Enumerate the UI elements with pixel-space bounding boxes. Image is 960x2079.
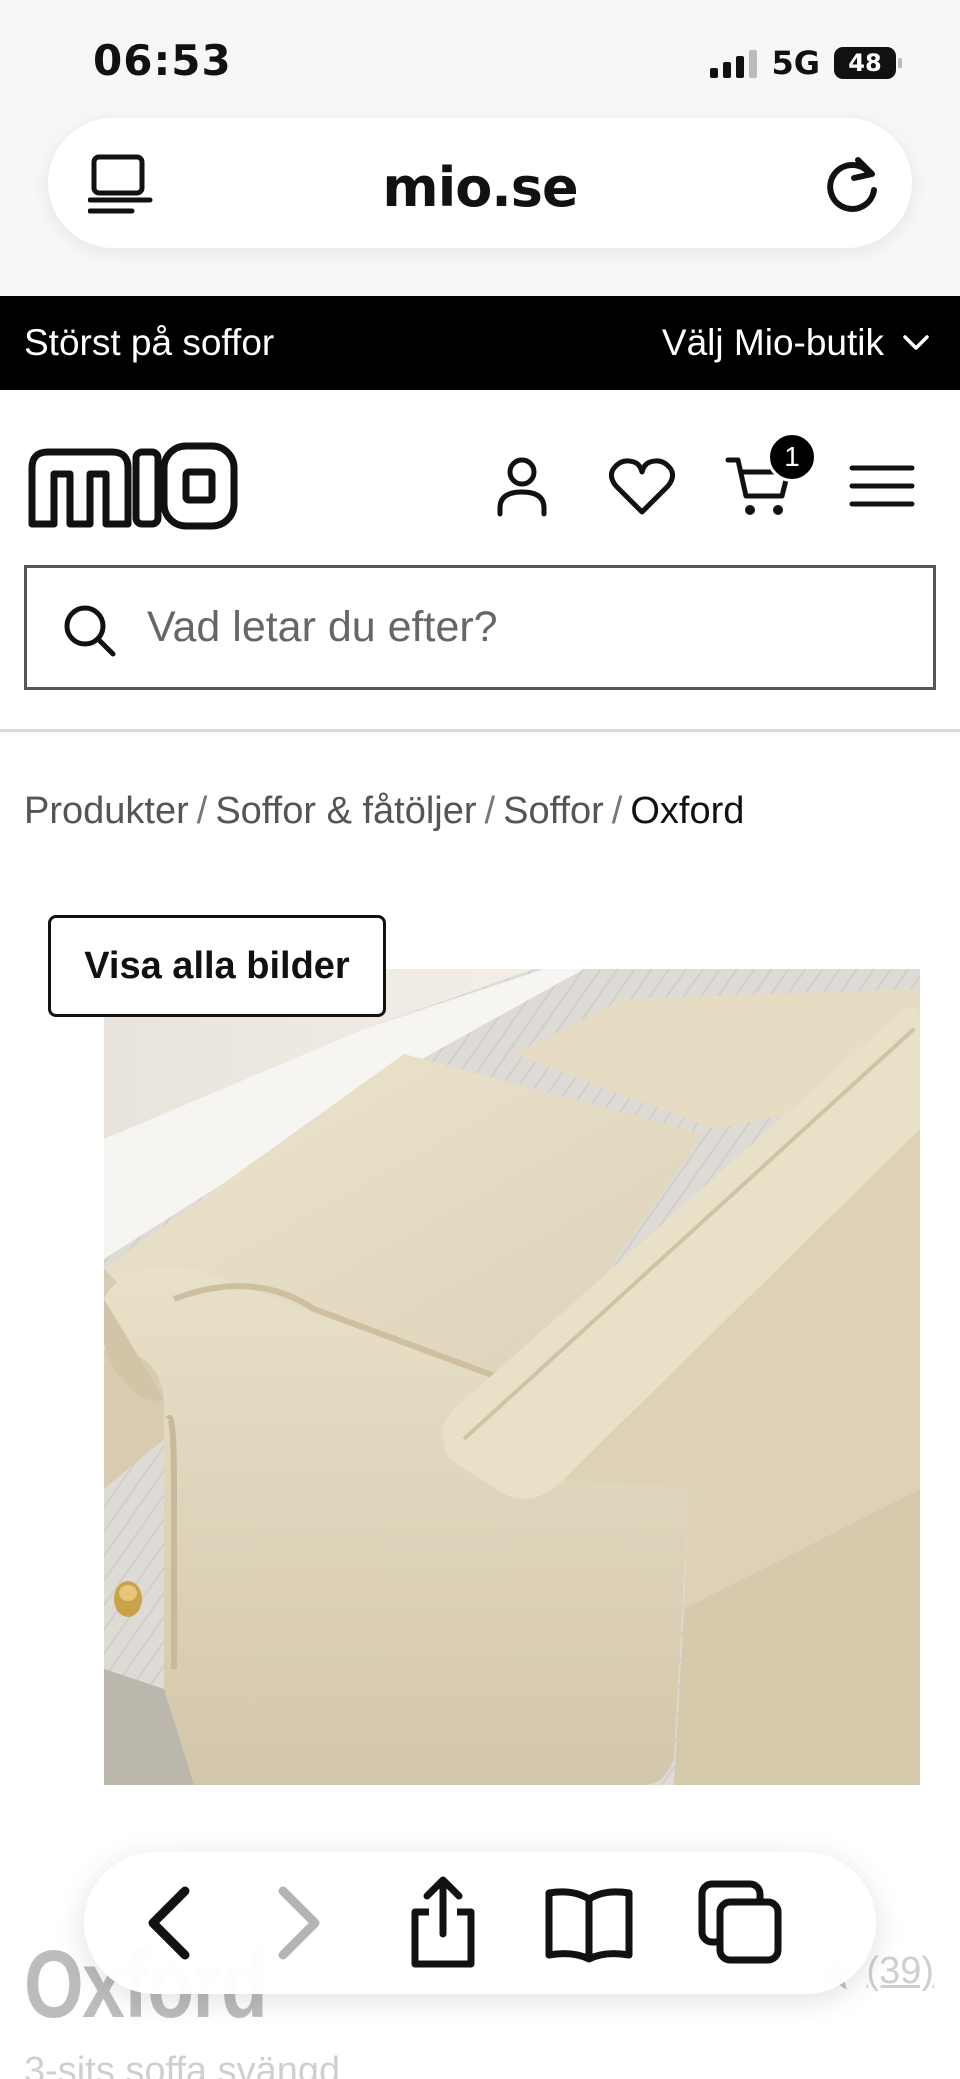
breadcrumb-item-soffor-fatoljer[interactable]: Soffor & fåtöljer [215,790,476,833]
url-text[interactable]: mio.se [48,156,912,219]
forward-button[interactable] [252,1876,346,1970]
sofa-illustration [104,969,920,1785]
promo-text: Störst på soffor [24,322,275,363]
back-button[interactable] [122,1876,216,1970]
chevron-down-icon [903,335,929,350]
mio-logo[interactable] [24,438,240,536]
tabs-button[interactable] [694,1876,788,1970]
breadcrumb-separator: / [196,790,208,832]
heart-icon[interactable] [606,450,678,522]
search-icon [64,605,116,657]
site-header: 1 [0,390,960,732]
rating-count[interactable]: (39) [866,1950,934,1993]
bookmarks-button[interactable] [542,1876,636,1970]
show-all-images-button[interactable]: Visa alla bilder [48,915,386,1017]
product-image[interactable] [104,969,920,1785]
forward-icon [278,1886,320,1960]
product-subtitle: 3-sits soffa svängd [24,2050,341,2079]
breadcrumb-item-produkter[interactable]: Produkter [24,790,189,833]
store-selector[interactable]: Välj Mio-butik [662,322,930,364]
search-input[interactable] [147,568,907,687]
breadcrumb-separator: / [611,790,623,832]
breadcrumb-separator: / [484,790,496,832]
promo-banner: Störst på soffor Välj Mio-butik [0,296,960,390]
cart-count-badge: 1 [767,432,817,482]
breadcrumb: Produkter / Soffor & fåtöljer / Soffor /… [24,790,744,833]
status-time: 06:53 [93,36,232,85]
reload-icon[interactable] [820,152,884,216]
account-icon[interactable] [486,450,558,522]
status-bar: 06:53 5G 48 [0,0,960,110]
status-indicators: 5G 48 [710,44,902,82]
browser-toolbar [84,1852,876,1994]
share-icon [411,1876,475,1968]
menu-icon[interactable] [846,450,918,522]
back-icon [148,1886,190,1960]
network-label: 5G [771,44,820,82]
search-box[interactable] [24,565,936,690]
tabs-icon [698,1880,782,1964]
bookmarks-icon [545,1888,633,1963]
browser-address-area: mio.se [0,110,960,296]
share-button[interactable] [396,1876,490,1970]
store-selector-label: Välj Mio-butik [661,322,884,363]
breadcrumb-item-soffor[interactable]: Soffor [503,790,604,833]
address-bar[interactable]: mio.se [48,118,912,248]
signal-icon [710,48,758,78]
breadcrumb-item-current: Oxford [630,790,745,832]
battery-icon: 48 [834,47,902,79]
